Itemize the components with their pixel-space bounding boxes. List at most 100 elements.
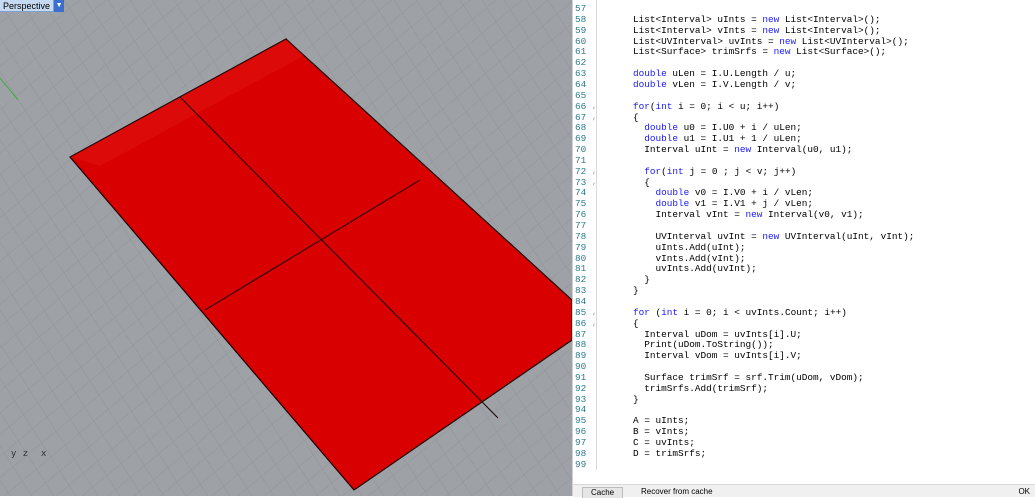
editor-bottom-bar: Cache Recover from cache OK <box>573 484 1035 498</box>
line-number: 90 <box>575 361 587 373</box>
code-text: C = uvInts; <box>633 437 695 448</box>
code-line[interactable]: 83} <box>573 285 1035 296</box>
code-line[interactable]: 90 <box>573 361 1035 372</box>
code-text: double v1 = I.V1 + j / vLen; <box>655 198 814 210</box>
line-number: 67 <box>575 111 587 123</box>
line-number: 60 <box>575 35 587 47</box>
line-number: 85 <box>575 306 587 318</box>
code-line[interactable]: 58 List<Interval> uInts = new List<Interv… <box>573 14 1035 25</box>
code-line[interactable]: 76 Interval vInt = new Interval(v0, v1); <box>573 209 1035 220</box>
code-editor[interactable]: 57 58 List<Interval> uInts = new List<Inte… <box>572 0 1035 498</box>
perspective-viewport[interactable]: Perspective ▼ y z x <box>0 0 572 496</box>
code-line[interactable]: 84 <box>573 296 1035 307</box>
code-text: Surface trimSrf = srf.Trim(uDom, vDom); <box>633 371 864 383</box>
code-line[interactable]: 57 <box>573 3 1035 14</box>
code-line[interactable]: 65 <box>573 90 1035 101</box>
code-text: } <box>633 274 650 286</box>
code-line[interactable]: 78 UVInterval uvInt = new UVInterval(uIn… <box>573 231 1035 242</box>
code-line[interactable]: 98 D = trimSrfs; <box>573 448 1035 459</box>
code-text: { <box>633 176 650 188</box>
red-surface[interactable] <box>69 38 572 491</box>
code-line[interactable]: 87 Interval uDom = uvInts[i].U; <box>573 329 1035 340</box>
code-line[interactable]: 64 double vLen = I.V.Length / v; <box>573 79 1035 90</box>
code-line[interactable]: 86, { <box>573 318 1035 329</box>
line-number: 68 <box>575 122 587 134</box>
code-line[interactable]: 60 List<UVInterval> uvInts = new List<UVI… <box>573 36 1035 47</box>
line-number: 69 <box>575 133 587 145</box>
code-line[interactable]: 96 B = vInts; <box>573 426 1035 437</box>
code-line[interactable]: 81 uvInts.Add(uvInt); <box>573 263 1035 274</box>
line-number: 94 <box>575 404 587 416</box>
fold-marker-icon[interactable]: , <box>592 318 598 329</box>
code-line[interactable]: 66, for(int i = 0; i < u; i++) <box>573 101 1035 112</box>
line-number: 82 <box>575 274 587 286</box>
code-text: for(int j = 0 ; j < v; j++) <box>644 165 797 177</box>
code-line[interactable]: 97 C = uvInts; <box>573 437 1035 448</box>
line-number: 84 <box>575 295 587 307</box>
cache-button[interactable]: Cache <box>582 487 624 498</box>
viewport-title[interactable]: Perspective <box>0 0 55 12</box>
code-line[interactable]: 74 double v0 = I.V0 + i / vLen; <box>573 187 1035 198</box>
code-line[interactable]: 61 List<Surface> trimSrfs = new List<Surf… <box>573 46 1035 57</box>
axis-label-y: y <box>11 449 17 459</box>
chevron-down-icon[interactable]: ▼ <box>54 0 65 12</box>
code-line[interactable]: 79 uInts.Add(uInt); <box>573 242 1035 253</box>
code-line[interactable]: 88 Print(uDom.ToString()); <box>573 339 1035 350</box>
code-line[interactable]: 85, for (int i = 0; i < uvInts.Count; i++… <box>573 307 1035 318</box>
code-text: Interval vInt = new Interval(v0, v1); <box>633 209 864 221</box>
code-text: List<Interval> vInts = new List<Interval… <box>633 24 881 36</box>
code-text: Interval vDom = uvInts[i].V; <box>633 350 802 362</box>
viewport-canvas[interactable] <box>0 0 572 496</box>
viewport-tab[interactable]: Perspective ▼ <box>0 0 65 12</box>
line-number: 86 <box>575 317 587 329</box>
code-line[interactable]: 73, { <box>573 177 1035 188</box>
line-number: 77 <box>575 220 587 231</box>
fold-marker-icon[interactable]: , <box>592 101 598 112</box>
code-line[interactable]: 95 A = uInts; <box>573 415 1035 426</box>
line-number: 70 <box>575 144 587 156</box>
line-number: 62 <box>575 57 587 69</box>
code-line[interactable]: 70 Interval uInt = new Interval(u0, u1); <box>573 144 1035 155</box>
code-line[interactable]: 93} <box>573 394 1035 405</box>
code-text: double vLen = I.V.Length / v; <box>633 78 797 90</box>
code-line[interactable]: 92 trimSrfs.Add(trimSrf); <box>573 383 1035 394</box>
code-text: trimSrfs.Add(trimSrf); <box>633 382 769 394</box>
fold-marker-icon[interactable]: , <box>592 307 598 318</box>
line-number: 73 <box>575 176 587 188</box>
code-text: D = trimSrfs; <box>633 447 707 459</box>
code-line[interactable]: 94 <box>573 404 1035 415</box>
code-text: } <box>633 285 639 297</box>
code-line[interactable]: 89 Interval vDom = uvInts[i].V; <box>573 350 1035 361</box>
code-line[interactable]: 72, for(int j = 0 ; j < v; j++) <box>573 166 1035 177</box>
code-line[interactable]: 77 <box>573 220 1035 231</box>
fold-marker-icon[interactable]: , <box>592 177 598 188</box>
axis-label-z: z <box>23 449 28 459</box>
code-line[interactable]: 82 } <box>573 274 1035 285</box>
code-line[interactable]: 68 double u0 = I.U0 + i / uLen; <box>573 122 1035 133</box>
line-number: 71 <box>575 154 587 166</box>
code-text: vInts.Add(vInt); <box>633 252 746 264</box>
code-area[interactable]: 57 58 List<Interval> uInts = new List<Inte… <box>573 0 1035 470</box>
line-number: 58 <box>575 13 587 25</box>
code-line[interactable]: 67, { <box>573 112 1035 123</box>
line-number: 96 <box>575 426 587 438</box>
fold-marker-icon[interactable]: , <box>592 112 598 123</box>
code-text: } <box>633 393 639 405</box>
code-text: Interval uDom = uvInts[i].U; <box>633 328 802 340</box>
code-line[interactable]: 63 double uLen = I.U.Length / u; <box>573 68 1035 79</box>
line-number: 79 <box>575 241 587 253</box>
code-line[interactable]: 71 <box>573 155 1035 166</box>
code-line[interactable]: 69 double u1 = I.U1 + 1 / uLen; <box>573 133 1035 144</box>
fold-marker-icon[interactable]: , <box>592 166 598 177</box>
line-number: 89 <box>575 350 587 362</box>
code-line[interactable]: 59 List<Interval> vInts = new List<Interv… <box>573 25 1035 36</box>
line-number: 61 <box>575 46 587 58</box>
code-line[interactable]: 62 <box>573 57 1035 68</box>
code-line[interactable]: 80 vInts.Add(vInt); <box>573 253 1035 264</box>
code-line[interactable]: 91 Surface trimSrf = srf.Trim(uDom, vDom… <box>573 372 1035 383</box>
code-line[interactable]: 99 <box>573 459 1035 470</box>
code-text: { <box>633 111 639 123</box>
code-text: List<Interval> uInts = new List<Interval… <box>633 13 881 25</box>
code-line[interactable]: 75 double v1 = I.V1 + j / vLen; <box>573 198 1035 209</box>
line-number: 75 <box>575 198 587 210</box>
